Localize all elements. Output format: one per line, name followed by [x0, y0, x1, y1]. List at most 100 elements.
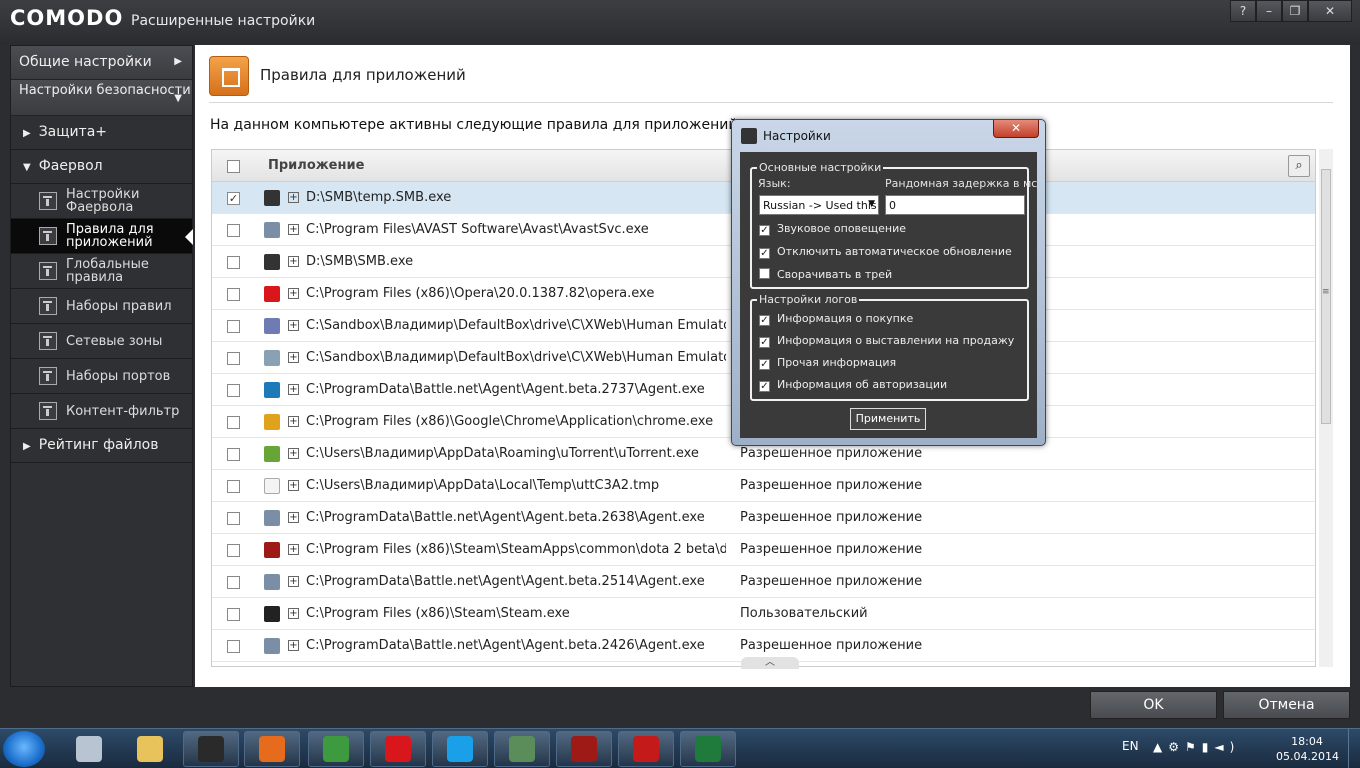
taskbar-app-comodo[interactable]	[618, 731, 674, 767]
row-checkbox[interactable]	[227, 384, 240, 397]
row-checkbox[interactable]	[227, 576, 240, 589]
vertical-scrollbar[interactable]: ≡	[1319, 149, 1333, 667]
checkbox[interactable]	[759, 268, 770, 279]
table-row[interactable]: + C:\Program Files (x86)\Steam\SteamApps\…	[212, 534, 1315, 566]
sidebar-item-global-rules[interactable]: Глобальные правила	[11, 254, 192, 289]
taskbar-app-opera[interactable]	[370, 731, 426, 767]
taskbar-app-task-manager[interactable]	[494, 731, 550, 767]
row-checkbox[interactable]	[227, 288, 240, 301]
purchase-info-option[interactable]: ✓ Информация о покупке	[759, 312, 913, 326]
row-checkbox[interactable]	[227, 352, 240, 365]
start-button[interactable]	[3, 731, 45, 767]
rule-type: Разрешенное приложение	[740, 638, 923, 653]
chevron-up-icon[interactable]: ︿	[741, 657, 799, 669]
sidebar-item-file-rating[interactable]: ▶ Рейтинг файлов	[11, 429, 192, 463]
table-row[interactable]: + C:\Program Files (x86)\Steam\Steam.exe П…	[212, 598, 1315, 630]
sidebar-item-app-rules[interactable]: Правила для приложений	[11, 219, 193, 254]
sidebar-item-network-zones[interactable]: Сетевые зоны	[11, 324, 192, 359]
expand-plus-icon[interactable]: +	[288, 384, 299, 395]
signal-icon[interactable]: ▮	[1202, 740, 1215, 754]
ok-button[interactable]: OK	[1090, 691, 1217, 719]
cancel-button[interactable]: Отмена	[1223, 691, 1350, 719]
delay-input[interactable]: 0	[885, 195, 1025, 215]
expand-plus-icon[interactable]: +	[288, 512, 299, 523]
row-checkbox[interactable]	[227, 224, 240, 237]
language-indicator[interactable]: EN	[1122, 739, 1139, 753]
taskbar-app-explorer[interactable]	[122, 731, 178, 767]
sidebar-item-firewall-settings[interactable]: Настройки Фаервола	[11, 184, 192, 219]
taskbar-app-chrome[interactable]	[308, 731, 364, 767]
expand-plus-icon[interactable]: +	[288, 608, 299, 619]
expand-plus-icon[interactable]: +	[288, 192, 299, 203]
checkbox[interactable]: ✓	[759, 248, 770, 259]
restore-button[interactable]: ❐	[1282, 0, 1308, 22]
expand-plus-icon[interactable]: +	[288, 320, 299, 331]
expand-plus-icon[interactable]: +	[288, 352, 299, 363]
row-checkbox[interactable]	[227, 448, 240, 461]
language-select[interactable]: Russian -> Used this ▼	[759, 195, 879, 215]
row-checkbox[interactable]: ✓	[227, 192, 240, 205]
expand-plus-icon[interactable]: +	[288, 256, 299, 267]
steam-tray-icon[interactable]: ⚙	[1168, 740, 1185, 754]
expand-plus-icon[interactable]: +	[288, 576, 299, 587]
auth-info-option[interactable]: ✓ Информация об авторизации	[759, 378, 947, 392]
table-row[interactable]: + C:\Users\Владимир\AppData\Local\Temp\ut…	[212, 470, 1315, 502]
row-checkbox[interactable]	[227, 416, 240, 429]
row-checkbox[interactable]	[227, 512, 240, 525]
disable-autoupdate-option[interactable]: ✓ Отключить автоматическое обновление	[759, 245, 1012, 259]
expand-plus-icon[interactable]: +	[288, 544, 299, 555]
flag-icon[interactable]: ⚑	[1185, 740, 1202, 754]
row-checkbox[interactable]	[227, 480, 240, 493]
help-button[interactable]: ?	[1230, 0, 1256, 22]
dialog-close-button[interactable]: ✕	[993, 120, 1039, 138]
row-checkbox[interactable]	[227, 608, 240, 621]
expand-plus-icon[interactable]: +	[288, 224, 299, 235]
app-icon	[264, 542, 280, 558]
show-desktop-button[interactable]	[1348, 729, 1360, 768]
listing-info-option[interactable]: ✓ Информация о выставлении на продажу	[759, 334, 1014, 348]
rule-type: Разрешенное приложение	[740, 542, 923, 557]
taskbar-app-skype[interactable]	[432, 731, 488, 767]
sidebar-general-settings[interactable]: Общие настройки ▶	[11, 46, 192, 80]
table-row[interactable]: + C:\ProgramData\Battle.net\Agent\Agent.b…	[212, 502, 1315, 534]
table-row[interactable]: + C:\ProgramData\Battle.net\Agent\Agent.b…	[212, 566, 1315, 598]
row-checkbox[interactable]	[227, 256, 240, 269]
column-header-application[interactable]: Приложение	[268, 158, 364, 173]
volume-icon[interactable]: ◄)	[1214, 740, 1240, 754]
minimize-button[interactable]: –	[1256, 0, 1282, 22]
other-info-option[interactable]: ✓ Прочая информация	[759, 356, 896, 370]
port-icon	[39, 367, 57, 385]
taskbar-app-firefox[interactable]	[244, 731, 300, 767]
close-button[interactable]: ✕	[1308, 0, 1352, 22]
sidebar-item-content-filter[interactable]: Контент-фильтр	[11, 394, 192, 429]
sidebar-security-settings[interactable]: Настройки безопасности ▼	[11, 80, 192, 116]
sidebar-item-rule-sets[interactable]: Наборы правил	[11, 289, 192, 324]
checkbox[interactable]: ✓	[759, 381, 770, 392]
sidebar-item-firewall[interactable]: ▼ Фаервол	[11, 150, 192, 184]
row-checkbox[interactable]	[227, 320, 240, 333]
expand-plus-icon[interactable]: +	[288, 416, 299, 427]
taskbar-app-dota[interactable]	[556, 731, 612, 767]
expand-plus-icon[interactable]: +	[288, 640, 299, 651]
row-checkbox[interactable]	[227, 640, 240, 653]
apply-button[interactable]: Применить	[850, 408, 926, 430]
sound-notification-option[interactable]: ✓ Звуковое оповещение	[759, 222, 906, 236]
taskbar-app-excel[interactable]	[680, 731, 736, 767]
expand-plus-icon[interactable]: +	[288, 480, 299, 491]
checkbox[interactable]: ✓	[759, 359, 770, 370]
tray-expand-icon[interactable]: ▲	[1153, 740, 1168, 754]
minimize-to-tray-option[interactable]: Сворачивать в трей	[759, 268, 892, 281]
sidebar-item-protection[interactable]: ▶ Защита+	[11, 116, 192, 150]
taskbar-app-calculator[interactable]	[61, 731, 117, 767]
taskbar-app-steam[interactable]	[183, 731, 239, 767]
select-all-checkbox[interactable]	[227, 160, 240, 173]
clock[interactable]: 18:04 05.04.2014	[1276, 734, 1339, 764]
expand-plus-icon[interactable]: +	[288, 448, 299, 459]
search-icon[interactable]: ⌕	[1288, 155, 1310, 177]
checkbox[interactable]: ✓	[759, 337, 770, 348]
row-checkbox[interactable]	[227, 544, 240, 557]
sidebar-item-port-sets[interactable]: Наборы портов	[11, 359, 192, 394]
checkbox[interactable]: ✓	[759, 225, 770, 236]
checkbox[interactable]: ✓	[759, 315, 770, 326]
expand-plus-icon[interactable]: +	[288, 288, 299, 299]
